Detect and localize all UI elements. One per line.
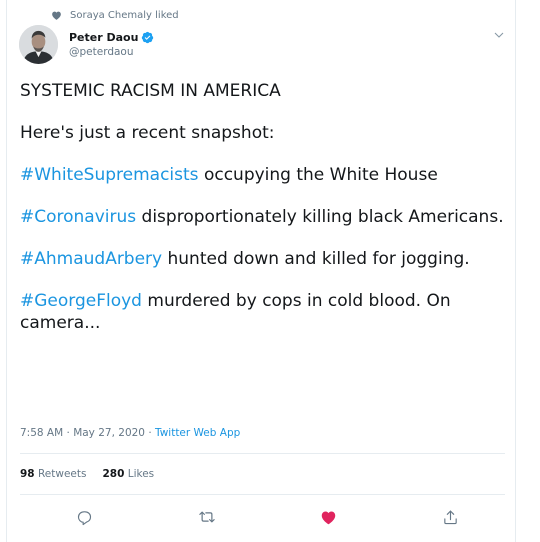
tweet-paragraph: #AhmaudArbery hunted down and killed for… <box>20 248 505 270</box>
tweet-date[interactable]: May 27, 2020 <box>73 427 145 439</box>
tweet-paragraph: #Coronavirus disproportionately killing … <box>20 206 505 228</box>
likes-label: Likes <box>127 468 155 480</box>
hashtag-link[interactable]: #GeorgeFloyd <box>20 291 142 311</box>
tweet-card: Soraya Chemaly liked Peter Daou @peterda… <box>6 0 516 542</box>
hashtag-link[interactable]: #Coronavirus <box>20 207 136 227</box>
tweet-actions <box>20 505 505 529</box>
tweet-text: SYSTEMIC RACISM IN AMERICA Here's just a… <box>20 80 505 354</box>
handle[interactable]: @peterdaou <box>69 45 154 60</box>
tweet-text-line: Here's just a recent snapshot: <box>20 123 275 143</box>
retweets-count: 98 <box>20 468 35 480</box>
likes-stat[interactable]: 280 Likes <box>102 468 154 480</box>
tweet-text-line: disproportionately killing black America… <box>136 207 504 227</box>
divider <box>20 453 505 454</box>
verified-badge-icon <box>141 31 154 44</box>
tweet-paragraph: SYSTEMIC RACISM IN AMERICA <box>20 80 505 102</box>
social-context-text[interactable]: Soraya Chemaly liked <box>70 10 179 21</box>
social-context: Soraya Chemaly liked <box>51 8 179 22</box>
display-name[interactable]: Peter Daou <box>69 30 138 45</box>
author-name-row[interactable]: Peter Daou <box>69 30 154 45</box>
tweet-stats: 98 Retweets 280 Likes <box>20 468 154 480</box>
heart-icon <box>51 10 62 21</box>
meta-separator: · <box>63 427 74 439</box>
retweets-label: Retweets <box>37 468 87 480</box>
chevron-down-icon[interactable] <box>493 29 505 41</box>
tweet-paragraph: #GeorgeFloyd murdered by cops in cold bl… <box>20 290 505 334</box>
user-block: Peter Daou @peterdaou <box>69 30 154 60</box>
meta-separator: · <box>145 427 156 439</box>
share-icon[interactable] <box>438 505 462 529</box>
retweet-icon[interactable] <box>195 505 219 529</box>
tweet-time[interactable]: 7:58 AM <box>20 427 63 439</box>
tweet-meta: 7:58 AM · May 27, 2020 · Twitter Web App <box>20 427 240 439</box>
tweet-text-line: occupying the White House <box>198 165 438 185</box>
hashtag-link[interactable]: #WhiteSupremacists <box>20 165 199 185</box>
divider <box>20 494 505 495</box>
hashtag-link[interactable]: #AhmaudArbery <box>20 249 162 269</box>
reply-icon[interactable] <box>72 505 96 529</box>
likes-count: 280 <box>102 468 125 480</box>
avatar[interactable] <box>19 25 58 64</box>
tweet-text-line: SYSTEMIC RACISM IN AMERICA <box>20 81 281 101</box>
tweet-paragraph: Here's just a recent snapshot: <box>20 122 505 144</box>
source-app-link[interactable]: Twitter Web App <box>155 427 240 439</box>
tweet-paragraph: #WhiteSupremacists occupying the White H… <box>20 164 505 186</box>
tweet-text-line: hunted down and killed for jogging. <box>162 249 470 269</box>
heart-filled-icon[interactable] <box>316 505 340 529</box>
retweets-stat[interactable]: 98 Retweets <box>20 468 86 480</box>
